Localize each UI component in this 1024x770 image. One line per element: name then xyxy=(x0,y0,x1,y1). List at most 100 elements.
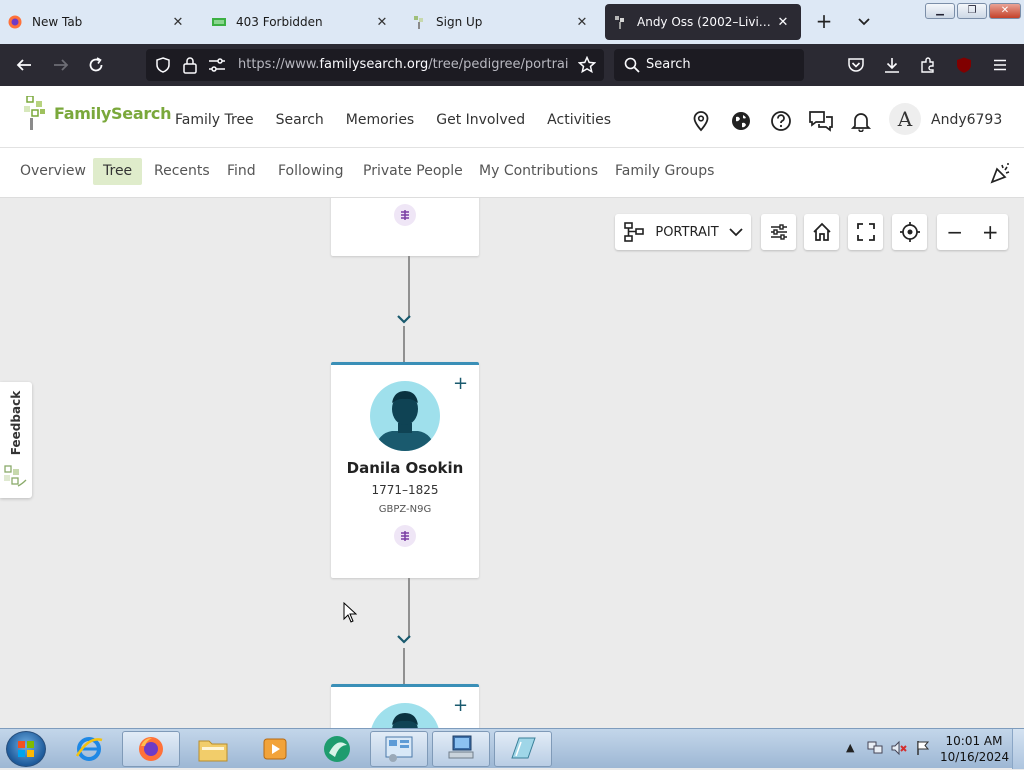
whats-new-party-icon[interactable] xyxy=(989,161,1013,189)
fullscreen-button[interactable] xyxy=(848,214,883,250)
nav-activities[interactable]: Activities xyxy=(547,112,611,128)
person-lifespan: 1771–1825 xyxy=(371,483,439,497)
ancestor-card[interactable] xyxy=(331,198,479,256)
action-center-flag-icon[interactable] xyxy=(914,739,932,760)
firefox-taskbar-button[interactable] xyxy=(122,731,180,767)
network-tray-icon[interactable] xyxy=(866,739,884,760)
app-taskbar-button[interactable] xyxy=(308,731,366,767)
subnav-overview[interactable]: Overview xyxy=(10,158,96,185)
tab-sign-up[interactable]: Sign Up ✕ xyxy=(404,4,600,40)
firefox-icon xyxy=(8,15,22,29)
tab-403-forbidden[interactable]: 403 Forbidden ✕ xyxy=(204,4,400,40)
reload-button[interactable] xyxy=(83,52,109,78)
hamburger-menu-icon xyxy=(994,59,1006,71)
permissions-icon[interactable] xyxy=(208,57,226,77)
tree-person-icon[interactable] xyxy=(394,525,416,547)
familysearch-logo[interactable]: FamilySearch xyxy=(24,96,172,130)
username[interactable]: Andy6793 xyxy=(931,112,1002,128)
person-card[interactable]: + Danila Osokin 1771–1825 GBPZ-N9G xyxy=(331,362,479,578)
internet-explorer-icon xyxy=(75,737,103,761)
bookmark-star-icon[interactable] xyxy=(577,55,597,78)
media-player-taskbar-button[interactable] xyxy=(246,731,304,767)
subnav-my-contributions[interactable]: My Contributions xyxy=(469,158,608,185)
subnav-private-people[interactable]: Private People xyxy=(353,158,473,185)
reload-icon xyxy=(89,57,103,72)
search-input[interactable]: Search xyxy=(614,49,804,81)
zoom-out-button[interactable]: − xyxy=(946,220,963,244)
chevron-down-icon xyxy=(729,228,743,237)
system-clock[interactable]: 10:01 AM 10/16/2024 xyxy=(940,733,1009,765)
chevron-down-icon[interactable] xyxy=(396,314,412,324)
nav-get-involved[interactable]: Get Involved xyxy=(436,112,525,128)
tree-connector-line xyxy=(408,256,410,318)
back-button[interactable] xyxy=(11,52,37,78)
tab-andy-oss[interactable]: Andy Oss (2002–Living) • S ✕ xyxy=(605,4,801,40)
person-name[interactable]: Danila Osokin xyxy=(331,459,479,477)
notifications-bell-icon[interactable] xyxy=(850,110,872,133)
pedigree-tree-canvas[interactable]: + Danila Osokin 1771–1825 GBPZ-N9G + POR… xyxy=(0,198,1024,728)
feedback-tab[interactable]: Feedback xyxy=(0,382,32,498)
nav-memories[interactable]: Memories xyxy=(346,112,414,128)
subnav-tree[interactable]: Tree xyxy=(93,158,143,185)
person-portrait-icon xyxy=(370,381,440,455)
new-tab-button[interactable]: + xyxy=(812,10,836,34)
add-person-icon[interactable]: + xyxy=(453,375,468,393)
add-person-icon[interactable]: + xyxy=(453,697,468,715)
close-tab-icon[interactable]: ✕ xyxy=(775,15,791,30)
subnav-family-groups[interactable]: Family Groups xyxy=(605,158,724,185)
close-tab-icon[interactable]: ✕ xyxy=(574,15,590,30)
tree-person-icon[interactable] xyxy=(394,204,416,226)
search-icon xyxy=(624,57,640,77)
subnav-recents[interactable]: Recents xyxy=(144,158,220,185)
file-explorer-taskbar-button[interactable] xyxy=(184,731,242,767)
forward-button[interactable] xyxy=(48,52,74,78)
close-tab-icon[interactable]: ✕ xyxy=(170,15,186,30)
extensions-button[interactable] xyxy=(915,52,941,78)
list-all-tabs-button[interactable] xyxy=(852,10,876,34)
computer-network-icon xyxy=(448,735,474,759)
home-person-button[interactable] xyxy=(804,214,839,250)
help-icon[interactable] xyxy=(770,110,792,132)
tree-connector-line xyxy=(408,578,410,638)
control-panel-taskbar-button[interactable] xyxy=(370,731,428,767)
shield-icon[interactable] xyxy=(154,56,172,78)
show-desktop-button[interactable] xyxy=(1012,729,1024,769)
location-pin-icon[interactable] xyxy=(690,110,712,132)
nav-search[interactable]: Search xyxy=(276,112,324,128)
control-panel-icon xyxy=(385,736,413,762)
tab-title: Sign Up xyxy=(436,15,483,29)
mouse-cursor-icon xyxy=(343,602,357,623)
globe-icon[interactable] xyxy=(730,110,752,132)
start-button[interactable] xyxy=(6,731,46,767)
descendant-card[interactable]: + xyxy=(331,684,479,728)
tab-new-tab[interactable]: New Tab ✕ xyxy=(0,4,196,40)
sliders-icon xyxy=(770,224,787,240)
tree-settings-button[interactable] xyxy=(761,214,796,250)
volume-muted-icon[interactable] xyxy=(890,739,908,760)
network-taskbar-button[interactable] xyxy=(432,731,490,767)
pocket-button[interactable] xyxy=(843,52,869,78)
downloads-button[interactable] xyxy=(879,52,905,78)
user-avatar[interactable]: A xyxy=(889,103,921,135)
address-bar[interactable]: https://www.familysearch.org/tree/pedigr… xyxy=(146,49,604,81)
show-hidden-icons-button[interactable]: ▲ xyxy=(846,741,854,754)
app-menu-button[interactable] xyxy=(987,52,1013,78)
close-tab-icon[interactable]: ✕ xyxy=(374,15,390,30)
view-mode-dropdown[interactable]: PORTRAIT xyxy=(615,214,751,250)
subnav-find[interactable]: Find xyxy=(217,158,266,185)
nav-family-tree[interactable]: Family Tree xyxy=(175,112,254,128)
target-icon xyxy=(899,222,920,242)
messages-icon[interactable] xyxy=(808,110,834,132)
minimize-window-button[interactable]: ▁ xyxy=(925,3,955,19)
chevron-down-icon[interactable] xyxy=(396,634,412,644)
zoom-in-button[interactable]: + xyxy=(982,220,999,244)
restore-window-button[interactable]: ❐ xyxy=(957,3,987,19)
lock-icon[interactable] xyxy=(182,56,198,78)
recenter-button[interactable] xyxy=(892,214,927,250)
internet-explorer-taskbar-button[interactable] xyxy=(60,731,118,767)
ublock-extension-button[interactable] xyxy=(951,52,977,78)
chevron-down-icon xyxy=(858,18,870,26)
close-window-button[interactable]: ✕ xyxy=(989,3,1021,19)
subnav-following[interactable]: Following xyxy=(268,158,354,185)
notepad-taskbar-button[interactable] xyxy=(494,731,552,767)
